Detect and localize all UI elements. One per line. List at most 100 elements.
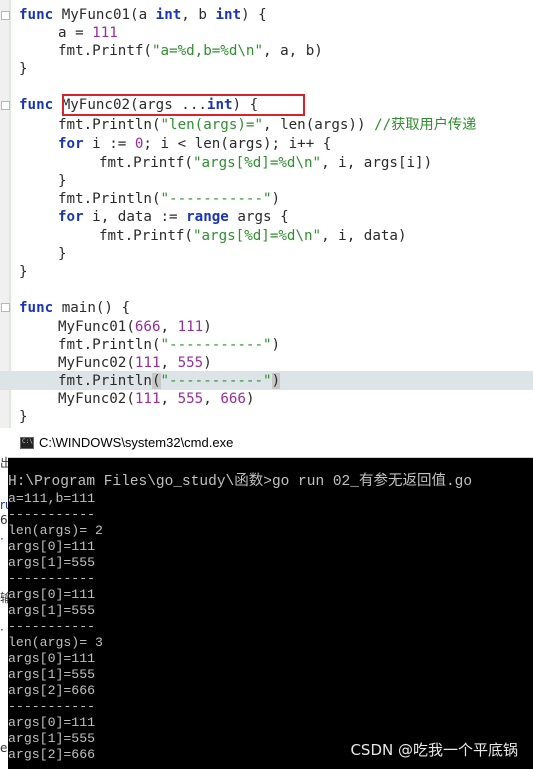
hidden-panel-text: 输 [0,591,13,605]
code-line: } [58,245,67,263]
code-text: fmt.Println( [58,191,161,207]
code-text: ( [151,373,161,389]
cmd-output-line: ----------- [8,571,96,586]
cmd-output-line: args[2]=666 [8,683,96,698]
keyword: int [215,7,242,23]
code-text: , a, b) [263,43,323,59]
cmd-output-line: args[1]=555 [8,555,96,570]
number-literal: 111 [134,391,161,407]
code-line: } [19,408,28,426]
code-text: ) [271,373,281,389]
code-editor[interactable]: func MyFunc01(a int, b int) { a = 111 fm… [0,0,533,428]
code-text: ) [271,191,281,207]
cmd-output-line: ----------- [8,699,96,714]
code-text: , [160,391,178,407]
code-text: MyFunc02( [58,355,135,371]
cmd-output-line: args[0]=111 [8,715,96,730]
code-text: , [263,117,281,133]
code-text: i, data := [83,209,187,225]
string-literal: "args[%d]=%d\n" [192,155,322,171]
code-text: MyFunc02( [58,391,135,407]
number-literal: 666 [220,391,246,407]
number-literal: 111 [177,319,204,335]
code-text: } [19,264,28,280]
cmd-output-line: args[1]=555 [8,731,96,746]
code-line: a = 111 [58,24,118,42]
code-text: MyFunc01( [58,319,135,335]
code-text: } [58,173,67,189]
code-text: ) [245,391,255,407]
hidden-panel-text: · [0,532,4,546]
cmd-scrollbar[interactable] [524,458,533,769]
cmd-output-line: args[1]=555 [8,667,96,682]
string-literal: "len(args)=" [160,117,264,133]
code-text: ) [271,337,281,353]
code-line: func MyFunc01(a int, b int) { [19,6,267,24]
code-line: MyFunc02(111, 555, 666) [58,390,254,408]
keyword: func [19,7,54,23]
watermark: CSDN @吃我一个平底锅 [350,741,518,759]
cmd-window[interactable]: C:\ C:\WINDOWS\system32\cmd.exe H:\Progr… [8,428,533,769]
editor-gutter [0,0,9,428]
code-text: ) [203,355,212,371]
fold-toggle-icon[interactable] [1,303,10,312]
keyword: func [19,97,54,113]
cmd-window-title: C:\WINDOWS\system32\cmd.exe [39,435,234,450]
code-line: fmt.Println("-----------") [58,336,280,354]
code-text: , [160,319,178,335]
code-text: ; i < [143,136,195,152]
code-text: fmt.Printf( [99,228,193,244]
hidden-panel-text: ru [0,498,13,512]
code-text: , [203,391,221,407]
code-text: fmt.Printf( [99,155,193,171]
code-text: , [160,355,178,371]
change-marker-bar [9,0,11,428]
code-line: } [58,172,67,190]
number-literal: 111 [134,355,161,371]
hidden-panel-text: 60 [0,514,15,526]
fold-toggle-icon[interactable] [1,11,10,20]
terminal-icon: C:\ [20,437,34,449]
code-text: ) [203,319,212,335]
code-text: (args)) [305,117,375,133]
keyword: for [58,136,84,152]
cmd-output-line: ----------- [8,619,96,634]
code-line: fmt.Println("-----------") [58,190,280,208]
code-line: for i, data := range args { [58,208,289,226]
string-literal: "-----------" [160,373,272,389]
code-text: fmt.Println( [58,337,161,353]
code-text: } [19,61,28,77]
hidden-panel-text: 出 [0,456,13,470]
code-text: main() { [53,300,131,316]
code-line: fmt.Printf("args[%d]=%d\n", i, args[i]) [99,154,432,172]
string-literal: "args[%d]=%d\n" [192,228,322,244]
code-text: , b [181,7,216,23]
code-text: MyFunc01(a [53,7,156,23]
code-line: fmt.Printf("a=%d,b=%d\n", a, b) [58,42,323,60]
code-text: } [19,409,28,425]
cmd-output-line: len(args)= 3 [8,635,103,650]
code-text: , i, args[i]) [321,155,433,171]
cmd-output-line: a=111,b=111 [8,491,96,506]
cmd-output-line: args[2]=666 [8,747,96,762]
cmd-output-line: args[1]=555 [8,603,96,618]
code-line: fmt.Println("-----------") [58,372,281,390]
code-line: fmt.Printf("args[%d]=%d\n", i, data) [99,227,407,245]
number-literal: 666 [134,319,161,335]
terminal-icon-text: C:\ [22,438,33,445]
code-text: len [194,136,221,152]
cmd-output-line: args[0]=111 [8,587,96,602]
code-text: args { [228,209,289,225]
keyword: range [186,209,229,225]
number-literal: 555 [177,391,204,407]
cmd-output-line: args[0]=111 [8,539,96,554]
fold-toggle-icon[interactable] [1,101,10,110]
code-line: } [19,263,28,281]
code-line: for i := 0; i < len(args); i++ { [58,135,331,153]
cmd-title-bar[interactable]: C:\ C:\WINDOWS\system32\cmd.exe [8,428,533,458]
cmd-console[interactable]: H:\Program Files\go_study\函数>go run 02_有… [8,458,533,769]
code-text: a = [58,25,93,41]
keyword: for [58,209,84,225]
code-text: (args); i++ { [220,136,332,152]
string-literal: "-----------" [160,337,272,353]
